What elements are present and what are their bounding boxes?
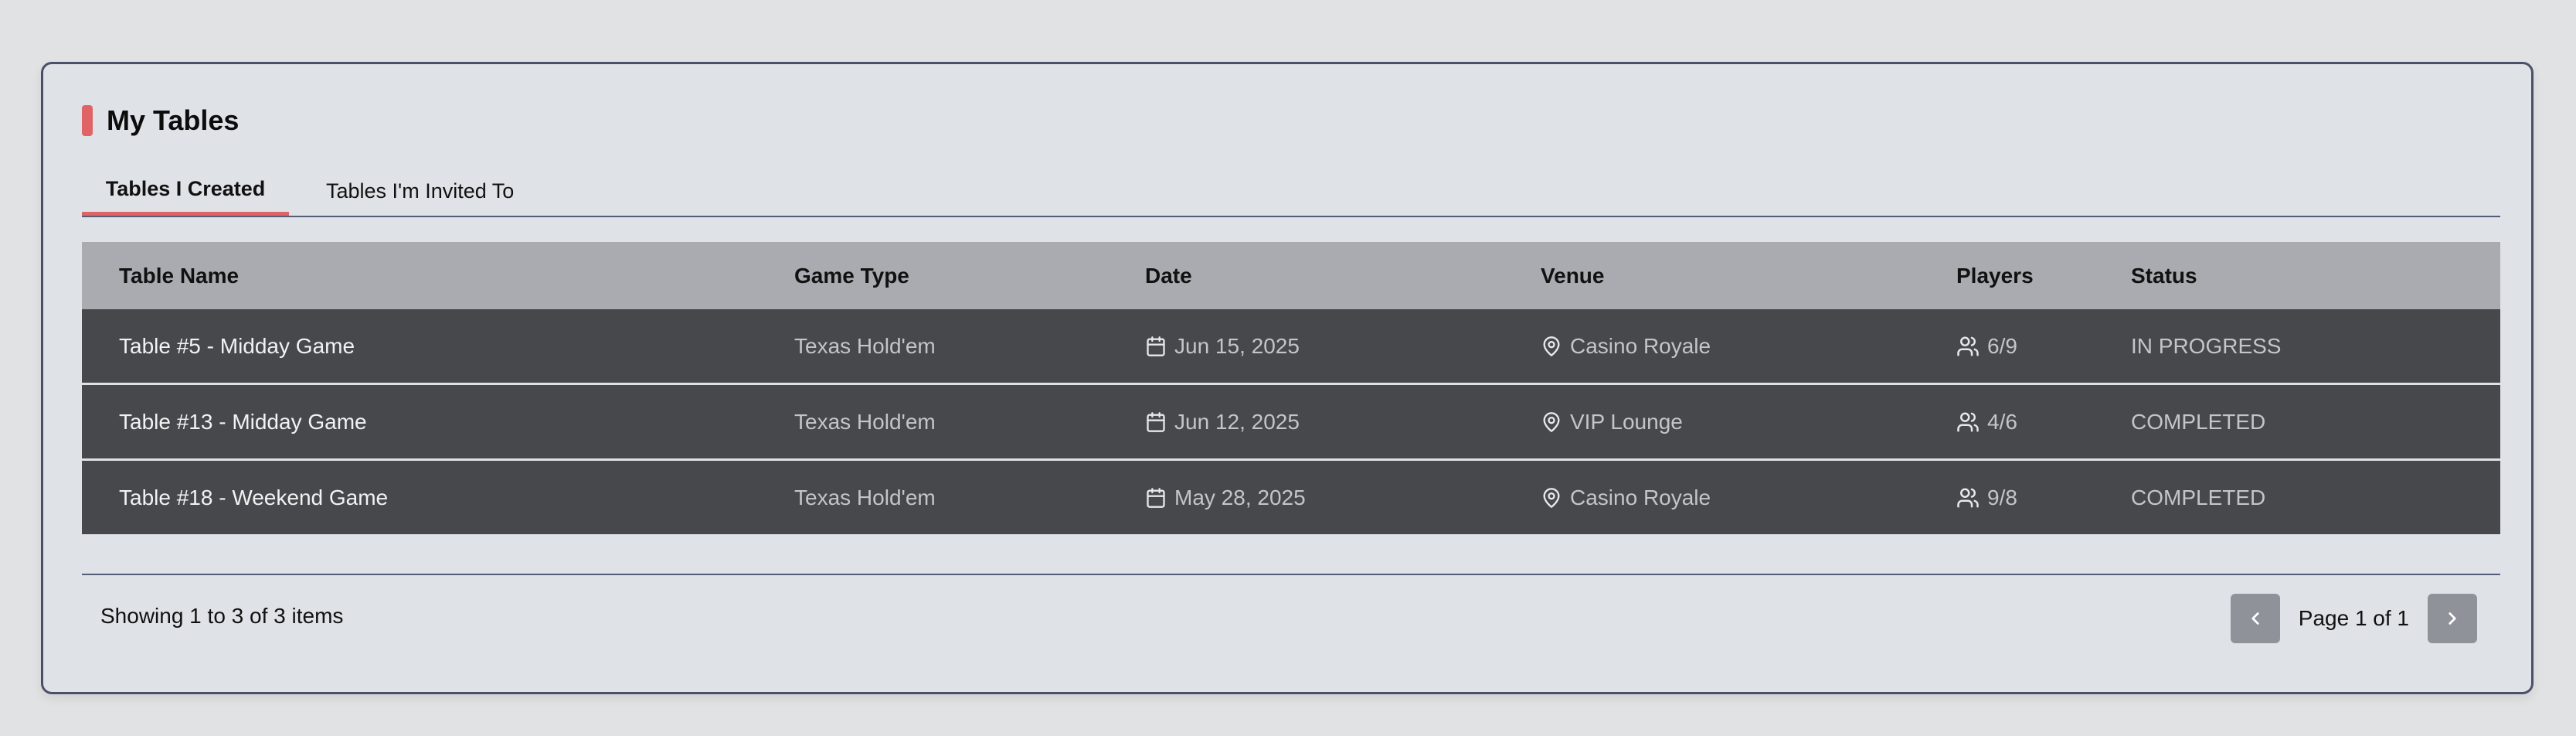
- venue-cell: VIP Lounge: [1541, 385, 1683, 458]
- table-row[interactable]: Table #18 - Weekend Game Texas Hold'em M…: [82, 461, 2500, 534]
- map-pin-icon: [1543, 411, 1560, 432]
- players-cell: 9/8: [1956, 461, 2017, 534]
- players-text: 4/6: [1987, 409, 2017, 434]
- table-name-cell[interactable]: Table #18 - Weekend Game: [119, 461, 388, 534]
- date-cell: May 28, 2025: [1145, 461, 1306, 534]
- venue-cell: Casino Royale: [1541, 309, 1711, 383]
- next-page-button[interactable]: [2428, 594, 2477, 643]
- tab-bar: Tables I Created Tables I'm Invited To: [82, 166, 2500, 217]
- venue-cell: Casino Royale: [1541, 461, 1711, 534]
- status-badge: COMPLETED: [2131, 485, 2266, 509]
- map-pin-icon: [1543, 336, 1560, 356]
- tab-tables-invited[interactable]: Tables I'm Invited To: [301, 166, 539, 216]
- users-icon: [1957, 488, 1979, 507]
- chevron-right-icon: [2449, 612, 2456, 625]
- pagination: Page 1 of 1: [2230, 594, 2477, 643]
- column-header-table-name[interactable]: Table Name: [119, 264, 239, 288]
- column-header-players[interactable]: Players: [1956, 264, 2034, 288]
- calendar-icon: [1147, 411, 1165, 432]
- column-header-status[interactable]: Status: [2131, 264, 2197, 288]
- users-icon: [1957, 336, 1979, 356]
- page-title: My Tables: [107, 104, 240, 136]
- players-text: 9/8: [1987, 485, 2017, 509]
- page-indicator: Page 1 of 1: [2298, 606, 2409, 630]
- venue-text: Casino Royale: [1570, 333, 1711, 358]
- column-header-game-type[interactable]: Game Type: [794, 264, 909, 288]
- players-cell: 4/6: [1956, 385, 2017, 458]
- status-badge: IN PROGRESS: [2131, 333, 2282, 358]
- column-header-date[interactable]: Date: [1145, 264, 1192, 288]
- date-text: Jun 12, 2025: [1174, 409, 1300, 434]
- tables-table: Table Name Game Type Date Venue Players …: [82, 242, 2500, 534]
- tab-tables-created[interactable]: Tables I Created: [82, 166, 289, 216]
- date-cell: Jun 15, 2025: [1145, 309, 1300, 383]
- game-type-cell: Texas Hold'em: [794, 333, 936, 358]
- title-accent-bar: [82, 105, 93, 136]
- calendar-icon: [1147, 487, 1165, 508]
- calendar-icon: [1147, 336, 1165, 356]
- table-header-row: Table Name Game Type Date Venue Players …: [82, 242, 2500, 309]
- venue-text: Casino Royale: [1570, 485, 1711, 509]
- date-cell: Jun 12, 2025: [1145, 385, 1300, 458]
- pagination-summary: Showing 1 to 3 of 3 items: [100, 604, 344, 628]
- table-row[interactable]: Table #13 - Midday Game Texas Hold'em Ju…: [82, 385, 2500, 458]
- status-badge: COMPLETED: [2131, 409, 2266, 434]
- map-pin-icon: [1543, 487, 1560, 508]
- card-header: My Tables: [82, 104, 239, 137]
- chevron-left-icon: [2251, 612, 2259, 625]
- users-icon: [1957, 412, 1979, 431]
- table-row[interactable]: Table #5 - Midday Game Texas Hold'em Jun…: [82, 309, 2500, 383]
- game-type-cell: Texas Hold'em: [794, 485, 936, 509]
- footer-divider: [82, 574, 2500, 575]
- date-text: Jun 15, 2025: [1174, 333, 1300, 358]
- column-header-venue[interactable]: Venue: [1541, 264, 1604, 288]
- table-name-cell[interactable]: Table #5 - Midday Game: [119, 309, 355, 383]
- players-cell: 6/9: [1956, 309, 2017, 383]
- prev-page-button[interactable]: [2230, 594, 2280, 643]
- game-type-cell: Texas Hold'em: [794, 409, 936, 434]
- venue-text: VIP Lounge: [1570, 409, 1683, 434]
- date-text: May 28, 2025: [1174, 485, 1306, 509]
- my-tables-card: My Tables Tables I Created Tables I'm In…: [41, 62, 2534, 694]
- table-name-cell[interactable]: Table #13 - Midday Game: [119, 385, 367, 458]
- players-text: 6/9: [1987, 333, 2017, 358]
